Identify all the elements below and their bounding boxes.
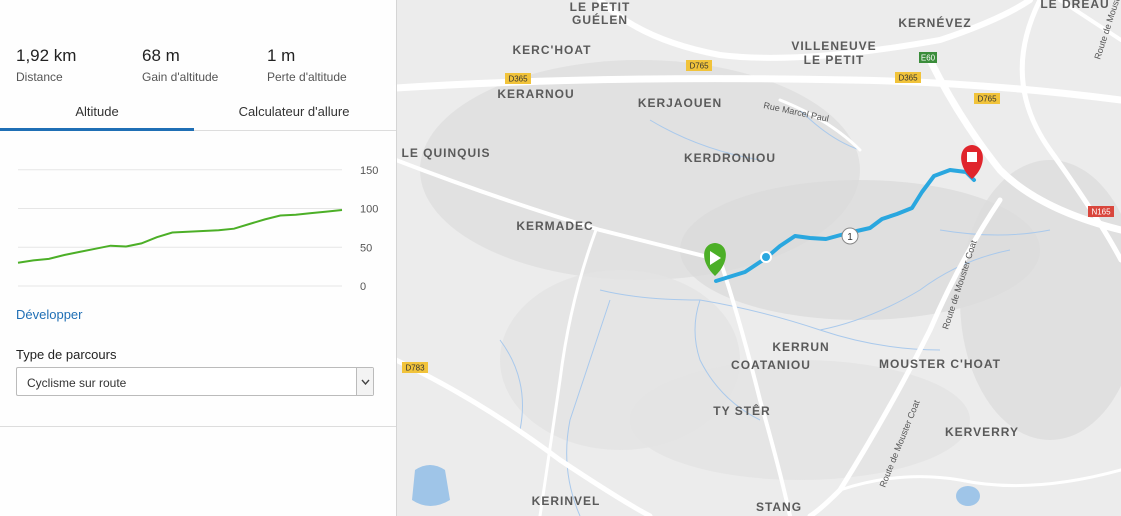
place-label: GUÉLEN	[572, 12, 628, 27]
place-label: KERARNOU	[497, 87, 574, 101]
route-midpoint-marker[interactable]	[760, 251, 772, 263]
y-tick-label: 150	[360, 165, 378, 177]
active-tab-indicator	[0, 128, 194, 131]
place-label: VILLENEUVE	[791, 39, 876, 53]
gain-value: 68 m	[142, 46, 180, 65]
place-label: LE DREAU	[1040, 0, 1109, 11]
road-badge: D783	[405, 364, 425, 373]
place-label: LE PETIT	[570, 0, 631, 14]
place-label: MOUSTER C'HOAT	[879, 357, 1001, 371]
place-label: KERNÉVEZ	[898, 15, 971, 30]
road-badge: D365	[898, 74, 918, 83]
place-label: KERMADEC	[516, 219, 593, 233]
road-badge: D365	[508, 75, 528, 84]
y-tick-label: 50	[360, 242, 372, 254]
gain-label: Gain d'altitude	[142, 70, 219, 84]
place-label: KERDRONIOU	[684, 151, 776, 165]
road-badge: D765	[689, 62, 709, 71]
loss-stat: 1 m Perte d'altitude	[267, 46, 347, 84]
stop-icon	[967, 152, 977, 162]
y-tick-label: 100	[360, 204, 378, 216]
place-label: KERINVEL	[532, 494, 601, 508]
place-label: LE QUINQUIS	[401, 146, 490, 160]
route-type-select[interactable]: Cyclisme sur route	[16, 367, 374, 396]
place-label: KERC'HOAT	[513, 43, 592, 57]
distance-stat: 1,92 km Distance	[16, 46, 76, 84]
tab-pace-calculator[interactable]: Calculateur d'allure	[196, 104, 392, 119]
distance-value: 1,92 km	[16, 46, 77, 65]
road-badge: E60	[921, 54, 936, 63]
loss-label: Perte d'altitude	[267, 70, 347, 84]
route-info-panel: 1,92 km Distance 68 m Gain d'altitude 1 …	[0, 0, 397, 516]
place-label: KERJAOUEN	[638, 96, 722, 110]
elevation-series-line	[17, 209, 343, 264]
gain-stat: 68 m Gain d'altitude	[142, 46, 218, 84]
elevation-chart: 150 100 50 0	[17, 165, 378, 293]
expand-link[interactable]: Développer	[16, 307, 83, 322]
place-label: COATANIOU	[731, 358, 811, 372]
place-label: KERVERRY	[945, 425, 1019, 439]
y-tick-label: 0	[360, 281, 366, 293]
place-label: TY STÊR	[713, 403, 770, 418]
route-type-selected: Cyclisme sur route	[27, 376, 127, 390]
tab-altitude[interactable]: Altitude	[0, 104, 194, 119]
place-label: LE PETIT	[804, 53, 865, 67]
road-badge: D765	[977, 95, 997, 104]
place-label: STANG	[756, 500, 802, 514]
route-type-label: Type de parcours	[16, 347, 117, 362]
distance-label: Distance	[16, 70, 63, 84]
place-label: KERRUN	[772, 340, 829, 354]
chevron-down-icon[interactable]	[356, 368, 373, 395]
panel-divider	[0, 426, 396, 427]
waypoint-label: 1	[847, 232, 853, 243]
road-badge: N165	[1091, 208, 1111, 217]
loss-value: 1 m	[267, 46, 296, 65]
waypoint-marker[interactable]: 1	[841, 227, 859, 245]
